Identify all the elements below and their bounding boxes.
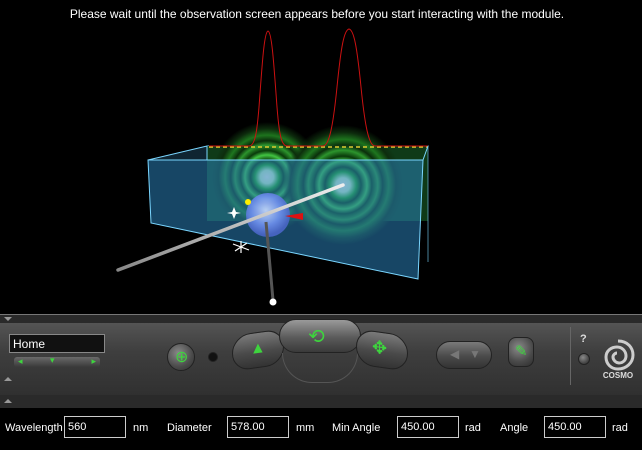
slide-icon: ▲ xyxy=(250,338,266,359)
straighten-button[interactable] xyxy=(208,352,218,362)
wavelength-unit: nm xyxy=(133,422,149,434)
redo-move-icon: ▼ xyxy=(469,347,481,361)
wavelength-label: Wavelength xyxy=(5,422,63,434)
3d-viewport[interactable] xyxy=(113,27,431,309)
viewpoint-cycle-arrows[interactable]: ◂ ▾ ▸ xyxy=(14,355,100,367)
vrml-navigation-bar: Home ◂ ▾ ▸ ⊕ ▲ ⟲ ✥ ◀ ▼ ✎ ? COSMO xyxy=(0,314,642,409)
slide-button[interactable]: ▲ xyxy=(232,328,284,372)
expand-bottom-icon[interactable] xyxy=(4,399,12,403)
help-icon[interactable]: ? xyxy=(580,333,587,345)
angle-label: Angle xyxy=(500,422,529,434)
control-point[interactable] xyxy=(245,199,251,205)
cosmo-swirl-icon xyxy=(604,339,635,371)
move-icon: ✥ xyxy=(372,336,388,359)
rod-end-knob[interactable] xyxy=(269,298,277,306)
walk-button[interactable]: ⟲ xyxy=(279,319,361,353)
viewpoint-selector[interactable]: Home xyxy=(9,334,105,353)
navigation-dial[interactable] xyxy=(282,353,358,383)
cosmo-logo: COSMO xyxy=(596,338,640,388)
diameter-label: Diameter xyxy=(167,422,212,434)
undo-move-icon: ◀ xyxy=(450,347,460,361)
min-angle-unit: rad xyxy=(465,422,481,434)
min-angle-input[interactable] xyxy=(397,416,459,438)
viewpoint-list-icon[interactable]: ▾ xyxy=(50,355,55,366)
seek-button[interactable]: ⊕ xyxy=(167,343,195,371)
examine-button[interactable]: ✥ xyxy=(356,328,408,372)
expand-icon[interactable] xyxy=(4,377,12,381)
pencil-icon: ✎ xyxy=(515,343,528,360)
info-button[interactable] xyxy=(578,353,590,365)
next-viewpoint-icon[interactable]: ▸ xyxy=(91,356,96,367)
preferences-button[interactable]: ✎ xyxy=(508,337,534,367)
parameter-bar: Wavelength nm Diameter mm Min Angle rad … xyxy=(0,408,642,450)
crosshair-icon: ⊕ xyxy=(175,349,189,366)
angle-input[interactable] xyxy=(544,416,606,438)
wavelength-input[interactable] xyxy=(64,416,126,438)
status-message: Please wait until the observation screen… xyxy=(69,7,565,21)
collapse-top-icon[interactable] xyxy=(4,317,12,321)
min-angle-label: Min Angle xyxy=(332,422,381,434)
detector-icon[interactable] xyxy=(232,241,250,253)
diameter-unit: mm xyxy=(296,422,315,434)
angle-unit: rad xyxy=(612,422,628,434)
undo-redo-button[interactable]: ◀ ▼ xyxy=(436,341,492,369)
rotate-icon: ⟲ xyxy=(308,326,325,348)
scene-canvas[interactable] xyxy=(113,27,431,309)
diameter-input[interactable] xyxy=(227,416,289,438)
prev-viewpoint-icon[interactable]: ◂ xyxy=(18,356,23,367)
